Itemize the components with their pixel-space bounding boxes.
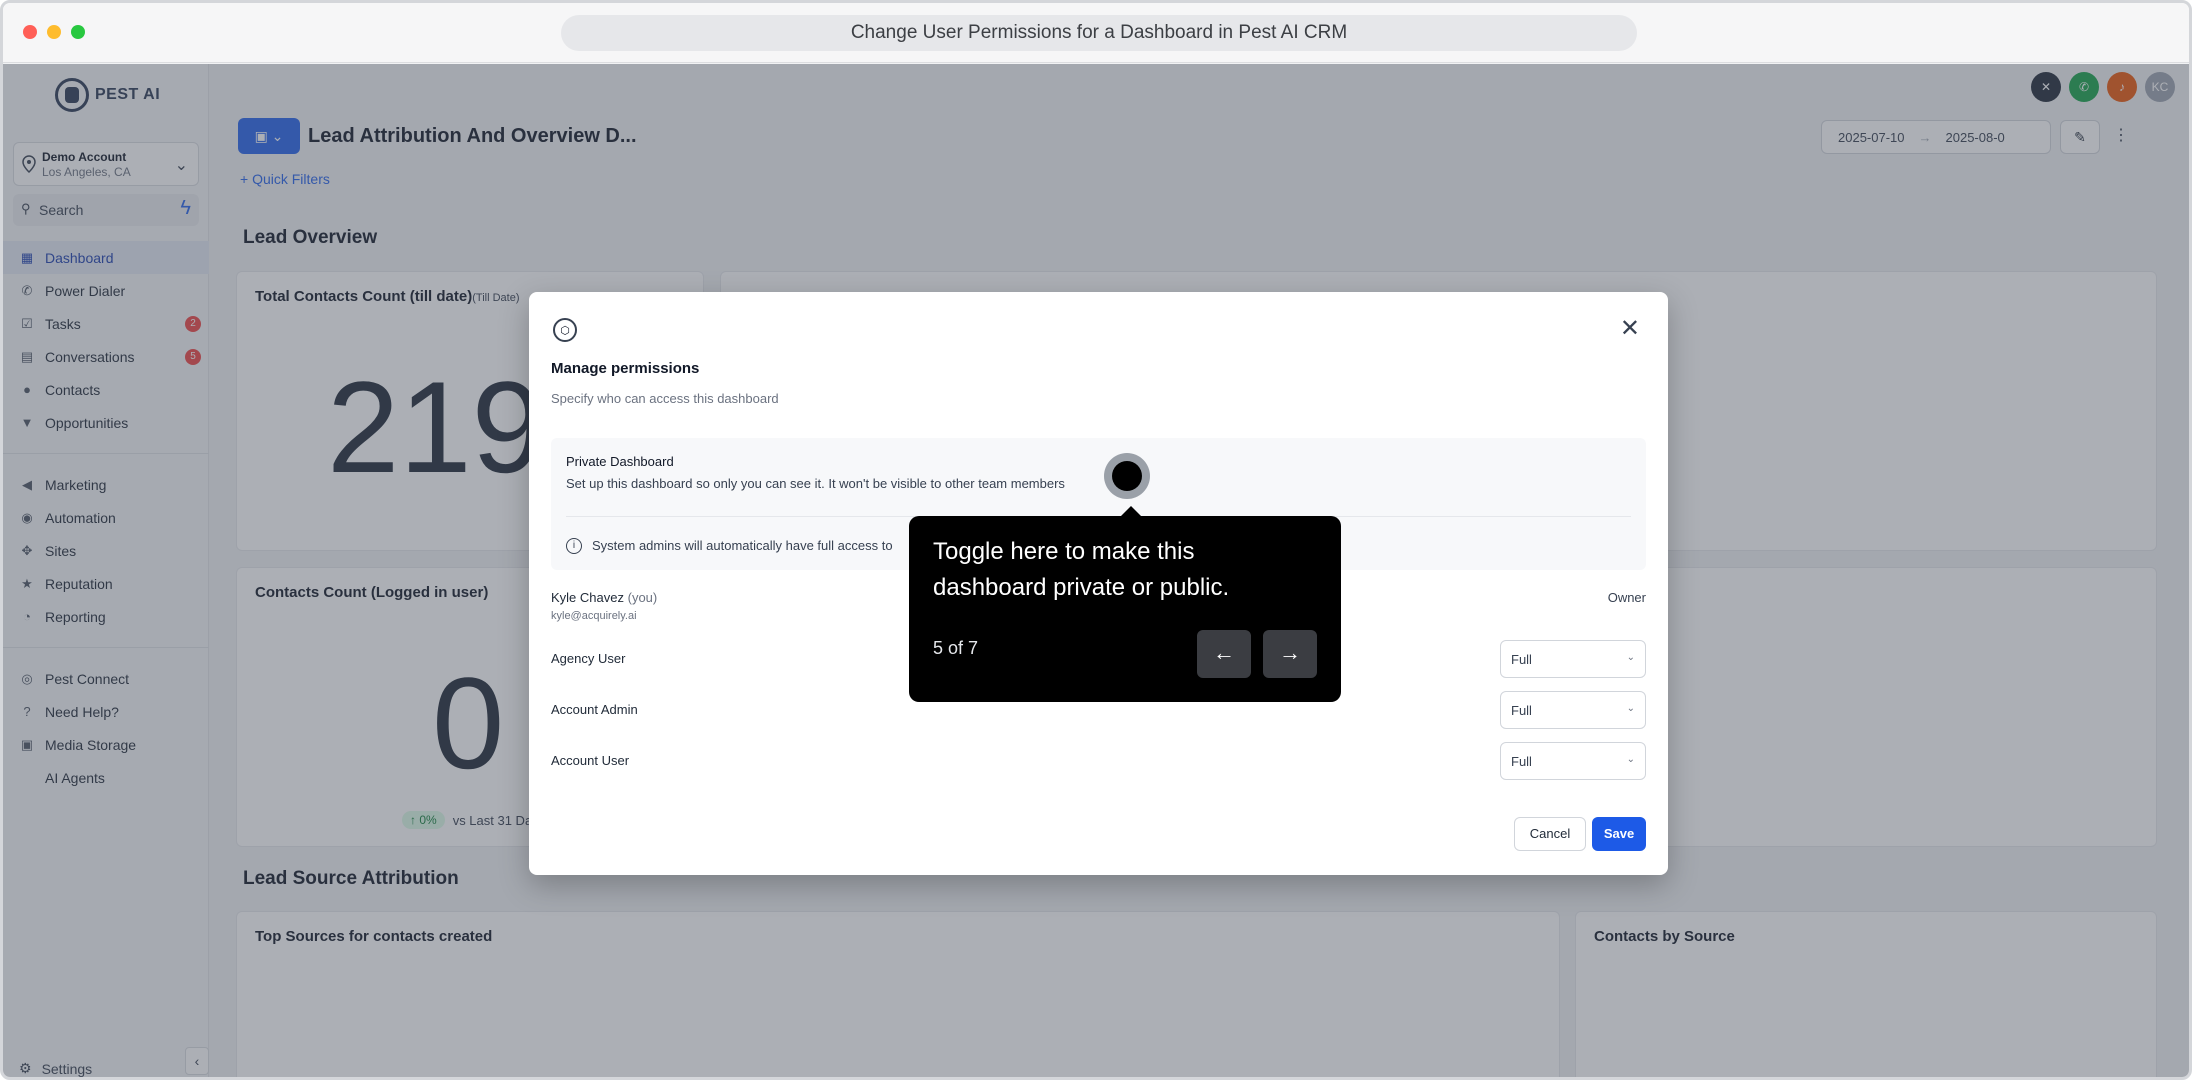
close-icon[interactable]: ✕ [1620, 314, 1640, 343]
tour-tooltip: Toggle here to make this dashboard priva… [909, 506, 1341, 702]
page-title-bar: Change User Permissions for a Dashboard … [561, 15, 1637, 51]
save-button[interactable]: Save [1592, 817, 1646, 851]
tour-previous-button[interactable]: ← [1197, 630, 1251, 678]
arrow-right-icon: → [1279, 640, 1301, 665]
account-admin-access-select[interactable]: Full ⌄ [1500, 691, 1646, 729]
tour-step-counter: 5 of 7 [933, 638, 979, 658]
private-dashboard-toggle[interactable] [1104, 453, 1150, 499]
account-user-access-select[interactable]: Full ⌄ [1500, 742, 1646, 780]
title-bar: Change User Permissions for a Dashboard … [3, 3, 2189, 63]
browser-window: Change User Permissions for a Dashboard … [0, 0, 2192, 1080]
modal-title: Manage permissions [551, 360, 700, 377]
minimize-window-button[interactable] [47, 25, 61, 39]
maximize-window-button[interactable] [71, 25, 85, 39]
agency-user-access-select[interactable]: Full ⌄ [1500, 640, 1646, 678]
modal-subtitle: Specify who can access this dashboard [551, 391, 779, 406]
close-window-button[interactable] [23, 25, 37, 39]
lock-icon: ⬡ [553, 318, 577, 342]
user-name: Kyle Chavez (you) [551, 590, 658, 605]
role-name: Account User [551, 753, 630, 768]
tooltip-text: Toggle here to make this dashboard priva… [933, 538, 1230, 601]
chevron-down-icon: ⌄ [1626, 703, 1635, 714]
user-email: kyle@acquirely.ai [551, 610, 637, 622]
permission-row-account-user: Account User Full ⌄ [551, 742, 1646, 780]
role-name: Agency User [551, 651, 626, 666]
admin-info-text: System admins will automatically have fu… [592, 538, 893, 553]
tour-next-button[interactable]: → [1263, 630, 1317, 678]
private-dashboard-description: Set up this dashboard so only you can se… [566, 476, 1065, 491]
arrow-left-icon: ← [1213, 640, 1235, 665]
owner-role: Owner [1607, 590, 1646, 605]
chevron-down-icon: ⌄ [1626, 754, 1635, 765]
info-icon: i [566, 538, 582, 554]
cancel-button[interactable]: Cancel [1514, 817, 1586, 851]
chevron-down-icon: ⌄ [1626, 652, 1635, 663]
private-dashboard-title: Private Dashboard [566, 454, 674, 469]
role-name: Account Admin [551, 702, 638, 717]
